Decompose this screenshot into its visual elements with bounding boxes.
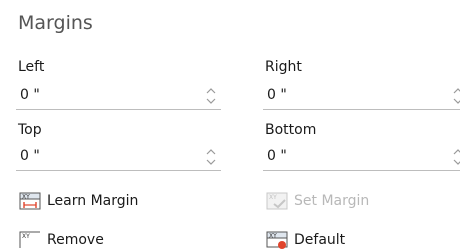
left-label: Left	[18, 59, 45, 75]
xy-learn-margin-icon: XY	[19, 192, 41, 210]
svg-text:XY: XY	[269, 194, 277, 201]
learn-margin-button[interactable]: XY Learn Margin	[19, 189, 138, 213]
set-margin-label: Set Margin	[294, 193, 370, 209]
xy-default-icon: XY	[266, 231, 288, 249]
right-margin-value: 0 "	[267, 87, 287, 103]
remove-button[interactable]: XY Remove	[19, 228, 104, 252]
left-spinner-icon[interactable]	[205, 84, 217, 108]
bottom-margin-input[interactable]: 0 "	[263, 143, 460, 171]
top-margin-input[interactable]: 0 "	[16, 143, 221, 171]
svg-text:XY: XY	[269, 233, 277, 240]
top-margin-value: 0 "	[20, 148, 40, 164]
remove-label: Remove	[47, 232, 104, 248]
left-margin-value: 0 "	[20, 87, 40, 103]
bottom-margin-value: 0 "	[267, 148, 287, 164]
section-title: Margins	[18, 12, 93, 34]
top-label: Top	[18, 122, 42, 138]
right-spinner-icon[interactable]	[452, 84, 460, 108]
left-margin-input[interactable]: 0 "	[16, 82, 221, 110]
set-margin-button[interactable]: XY Set Margin	[266, 189, 369, 213]
bottom-spinner-icon[interactable]	[452, 145, 460, 169]
xy-set-margin-icon: XY	[266, 192, 288, 210]
learn-margin-label: Learn Margin	[47, 193, 139, 209]
bottom-label: Bottom	[265, 122, 317, 138]
right-margin-input[interactable]: 0 "	[263, 82, 460, 110]
default-button[interactable]: XY Default	[266, 228, 345, 252]
default-label: Default	[294, 232, 346, 248]
svg-text:XY: XY	[22, 233, 30, 240]
xy-remove-icon: XY	[19, 231, 40, 248]
right-label: Right	[265, 59, 302, 75]
top-spinner-icon[interactable]	[205, 145, 217, 169]
svg-text:XY: XY	[22, 194, 30, 201]
